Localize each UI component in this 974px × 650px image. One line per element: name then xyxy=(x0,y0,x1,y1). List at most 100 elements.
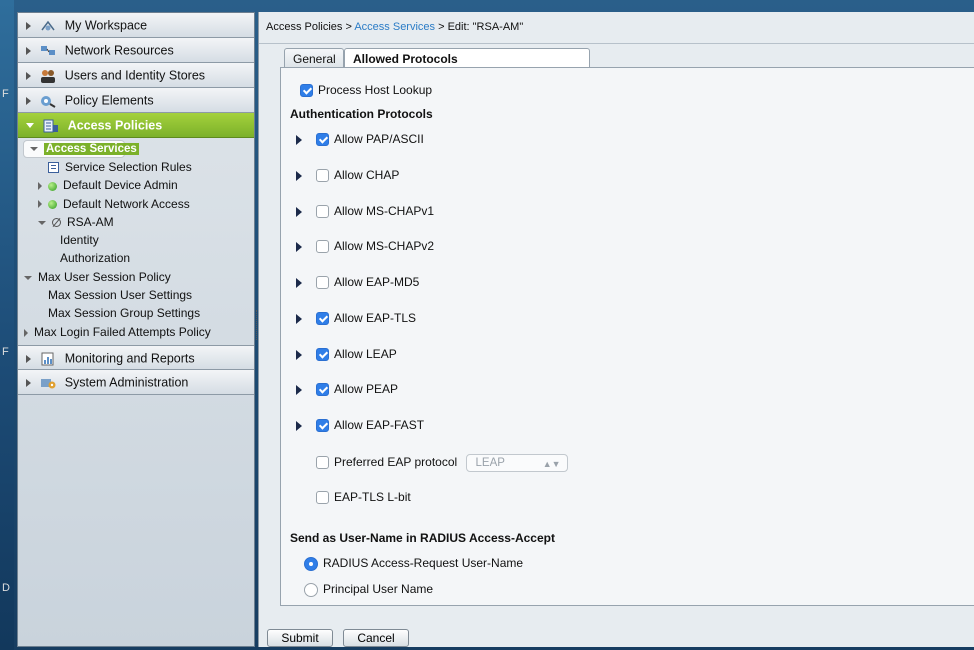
status-enabled-icon xyxy=(48,181,57,191)
collapse-arrow-icon xyxy=(30,146,38,151)
allow-peap-checkbox[interactable] xyxy=(316,383,329,397)
drawer-access-policies[interactable]: Access Policies xyxy=(18,113,254,138)
expand-arrow-icon xyxy=(26,378,31,387)
expand-arrow-icon[interactable] xyxy=(296,313,302,324)
eap-tls-lbit-row: EAP-TLS L-bit xyxy=(316,489,411,505)
collapse-arrow-icon xyxy=(38,220,46,225)
tree-item-max-login-failed[interactable]: Max Login Failed Attempts Policy xyxy=(18,323,254,341)
users-icon xyxy=(41,69,56,83)
tree-item-max-user-session-policy[interactable]: Max User Session Policy xyxy=(18,268,254,286)
expand-arrow-icon[interactable] xyxy=(296,206,302,217)
protocol-label: Allow EAP-MD5 xyxy=(334,275,420,289)
tree-item-default-network-access[interactable]: Default Network Access xyxy=(18,195,254,213)
collapse-arrow-icon xyxy=(24,275,32,280)
main-content: Access Policies > Access Services > Edit… xyxy=(258,12,974,647)
drawer-monitoring-reports[interactable]: Monitoring and Reports xyxy=(18,344,254,370)
expand-arrow-icon xyxy=(38,182,42,191)
drawer-label: My Workspace xyxy=(64,18,148,33)
allow-eap-md5-checkbox[interactable] xyxy=(316,276,329,290)
eap-tls-lbit-label: EAP-TLS L-bit xyxy=(334,490,411,504)
drawer-users-identity-stores[interactable]: Users and Identity Stores xyxy=(18,63,254,88)
tree-item-identity[interactable]: Identity xyxy=(18,231,254,249)
radio-row-principal-username: Principal User Name xyxy=(304,581,433,597)
protocol-label: Allow MS-CHAPv1 xyxy=(334,204,435,218)
allow-chap-checkbox[interactable] xyxy=(316,169,329,183)
allow-eap-tls-checkbox[interactable] xyxy=(316,312,329,326)
protocol-row-pap: Allow PAP/ASCII xyxy=(296,131,424,147)
preferred-eap-value: LEAP xyxy=(475,456,505,469)
drawer-system-administration[interactable]: System Administration xyxy=(18,369,254,395)
expand-arrow-icon[interactable] xyxy=(296,420,302,431)
expand-arrow-icon[interactable] xyxy=(296,277,302,288)
desktop-label: D xyxy=(2,582,10,594)
tree-item-authorization[interactable]: Authorization xyxy=(18,249,254,267)
expand-arrow-icon[interactable] xyxy=(296,384,302,395)
allow-pap-checkbox[interactable] xyxy=(316,133,329,147)
expand-arrow-icon[interactable] xyxy=(296,134,302,145)
allow-mschapv1-checkbox[interactable] xyxy=(316,205,329,219)
breadcrumb-access-policies: Access Policies > xyxy=(266,21,355,33)
drawer-label: Network Resources xyxy=(64,43,174,58)
tree-item-max-session-user-settings[interactable]: Max Session User Settings xyxy=(18,286,254,304)
tree-item-service-selection-rules[interactable]: Service Selection Rules xyxy=(18,158,254,176)
process-host-lookup-label: Process Host Lookup xyxy=(318,83,433,97)
protocol-label: Allow LEAP xyxy=(334,347,397,361)
preferred-eap-select[interactable]: LEAP ▲▼ xyxy=(465,453,568,472)
allow-leap-checkbox[interactable] xyxy=(316,348,329,362)
preferred-eap-row: Preferred EAP protocol LEAP ▲▼ xyxy=(316,452,568,472)
monitoring-icon xyxy=(41,352,54,366)
expand-arrow-icon xyxy=(26,21,31,30)
expand-arrow-icon[interactable] xyxy=(296,170,302,181)
tree-item-rsa-am[interactable]: RSA-AM xyxy=(18,213,254,231)
tab-general[interactable]: General xyxy=(284,48,344,68)
allowed-protocols-panel: Process Host Lookup Authentication Proto… xyxy=(280,67,974,606)
drawer-label: Users and Identity Stores xyxy=(64,68,206,83)
header-divider xyxy=(259,43,974,44)
expand-arrow-icon xyxy=(26,71,31,80)
protocol-label: Allow CHAP xyxy=(334,168,400,182)
tree-item-access-services[interactable]: Access Services xyxy=(23,140,139,158)
radio-label: Principal User Name xyxy=(323,582,434,596)
policy-elements-icon xyxy=(41,95,56,108)
expand-arrow-icon[interactable] xyxy=(296,241,302,252)
drawer-label: Monitoring and Reports xyxy=(64,351,195,366)
drawer-network-resources[interactable]: Network Resources xyxy=(18,38,254,63)
tree-item-default-device-admin[interactable]: Default Device Admin xyxy=(18,176,254,194)
access-policies-icon xyxy=(43,119,59,133)
drawer-my-workspace[interactable]: My Workspace xyxy=(18,13,254,38)
eap-tls-lbit-checkbox[interactable] xyxy=(316,491,329,505)
access-policies-tree: Access Services Service Selection Rules … xyxy=(18,138,254,345)
principal-username-radio[interactable] xyxy=(304,582,318,597)
protocol-label: Allow PEAP xyxy=(334,382,399,396)
protocol-row-eapmd5: Allow EAP-MD5 xyxy=(296,274,419,290)
drawer-label: Policy Elements xyxy=(64,93,154,108)
desktop-label: F xyxy=(2,346,9,358)
allow-eap-fast-checkbox[interactable] xyxy=(316,419,329,433)
breadcrumb-current: > Edit: "RSA-AM" xyxy=(435,21,524,33)
expand-arrow-icon[interactable] xyxy=(296,349,302,360)
protocol-row-peap: Allow PEAP xyxy=(296,381,398,397)
allow-mschapv2-checkbox[interactable] xyxy=(316,240,329,254)
process-host-lookup-checkbox[interactable] xyxy=(300,84,313,98)
protocol-row-eaptls: Allow EAP-TLS xyxy=(296,310,416,326)
submit-button[interactable]: Submit xyxy=(267,629,333,647)
network-icon xyxy=(41,45,56,55)
drawer-policy-elements[interactable]: Policy Elements xyxy=(18,88,254,113)
expand-arrow-icon xyxy=(26,354,31,363)
radius-username-radio[interactable] xyxy=(304,556,318,571)
preferred-eap-checkbox[interactable] xyxy=(316,456,329,470)
process-host-lookup-row: Process Host Lookup xyxy=(300,82,432,98)
navigation-sidebar: My Workspace Network Resources Users and… xyxy=(17,12,255,647)
cancel-button[interactable]: Cancel xyxy=(343,629,409,647)
drawer-label: System Administration xyxy=(64,375,189,390)
tree-item-max-session-group-settings[interactable]: Max Session Group Settings xyxy=(18,304,254,322)
tab-allowed-protocols[interactable]: Allowed Protocols xyxy=(344,48,590,68)
protocol-label: Allow EAP-TLS xyxy=(334,311,417,325)
breadcrumb-access-services-link[interactable]: Access Services xyxy=(354,21,435,33)
protocol-row-leap: Allow LEAP xyxy=(296,346,397,362)
system-admin-icon xyxy=(41,378,56,389)
rules-table-icon xyxy=(48,162,59,174)
send-username-heading: Send as User-Name in RADIUS Access-Accep… xyxy=(290,531,555,545)
expand-arrow-icon xyxy=(38,200,42,209)
status-enabled-icon xyxy=(48,199,57,209)
